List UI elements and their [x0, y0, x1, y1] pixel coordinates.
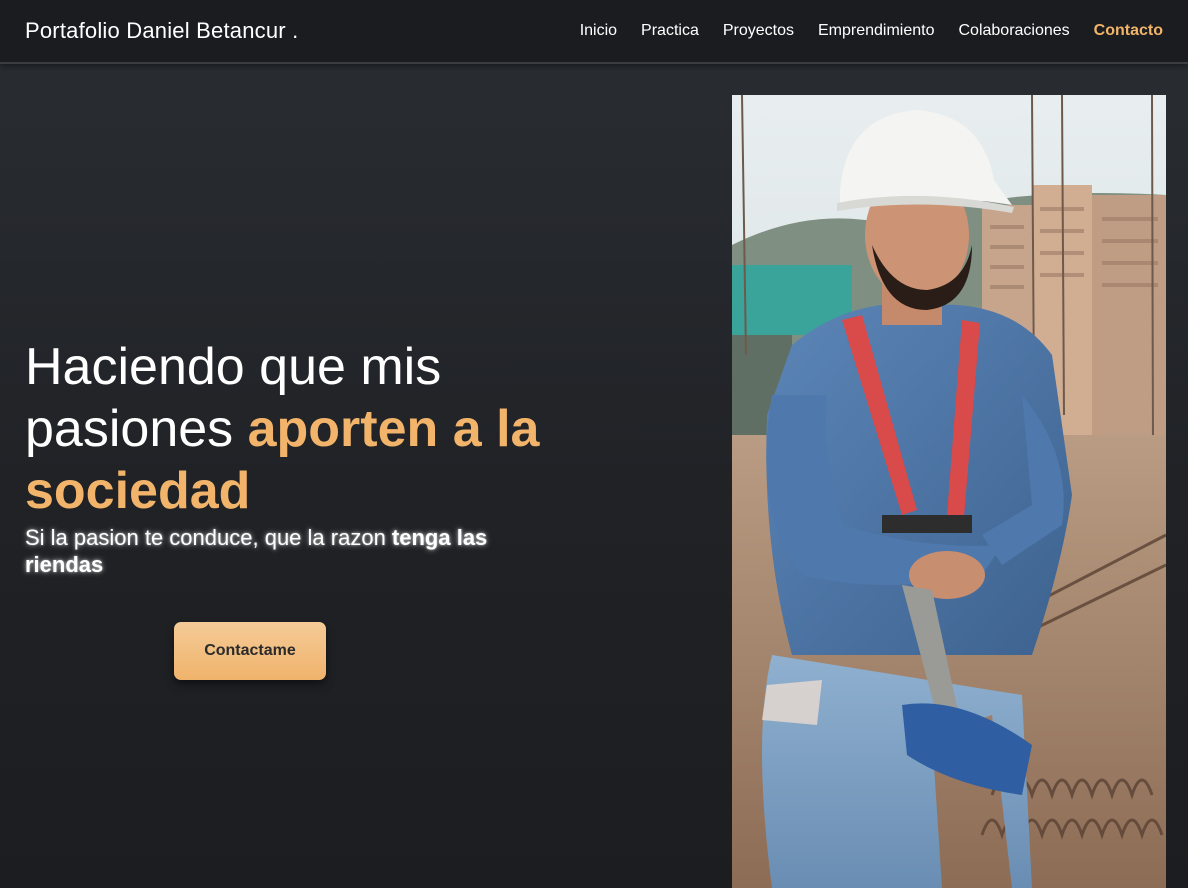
profile-photo-illustration [732, 95, 1166, 888]
nav-link-emprendimiento[interactable]: Emprendimiento [818, 22, 935, 40]
tagline-plain: Si la pasion te conduce, que la razon [25, 525, 392, 550]
brand-title[interactable]: Portafolio Daniel Betancur . [25, 18, 298, 44]
hero-tagline: Si la pasion te conduce, que la razon te… [25, 524, 565, 578]
navbar: Portafolio Daniel Betancur . Inicio Prac… [0, 0, 1188, 64]
nav-link-contacto[interactable]: Contacto [1094, 22, 1163, 40]
nav-link-inicio[interactable]: Inicio [580, 22, 617, 40]
hero-headline: Haciendo que mis pasiones aporten a la s… [25, 336, 565, 522]
nav-links: Inicio Practica Proyectos Emprendimiento… [556, 22, 1163, 40]
hero-section: Haciendo que mis pasiones aporten a la s… [25, 336, 565, 578]
profile-photo [732, 95, 1166, 888]
nav-link-proyectos[interactable]: Proyectos [723, 22, 794, 40]
nav-link-colaboraciones[interactable]: Colaboraciones [958, 22, 1069, 40]
contact-button[interactable]: Contactame [174, 622, 326, 680]
nav-link-practica[interactable]: Practica [641, 22, 699, 40]
